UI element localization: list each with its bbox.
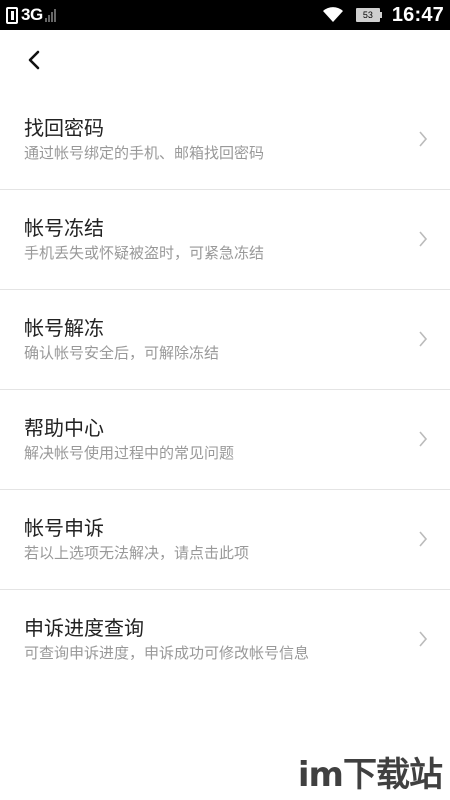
menu-item-desc: 确认帐号安全后，可解除冻结 [24, 344, 220, 362]
menu-item-desc: 手机丢失或怀疑被盗时，可紧急冻结 [24, 244, 265, 262]
menu-item-unfreeze-account[interactable]: 帐号解冻 确认帐号安全后，可解除冻结 [0, 290, 450, 390]
chevron-right-icon [419, 631, 428, 647]
menu-item-title: 申诉进度查询 [24, 616, 144, 640]
chevron-right-icon [419, 431, 428, 447]
battery-level: 53 [355, 8, 380, 22]
menu-item-title: 帐号申诉 [24, 516, 104, 540]
account-menu: 找回密码 通过帐号绑定的手机、邮箱找回密码 帐号冻结 手机丢失或怀疑被盗时，可紧… [0, 90, 450, 690]
back-button[interactable] [20, 46, 48, 74]
signal-strength-icon [44, 8, 57, 22]
menu-item-desc: 若以上选项无法解决，请点击此项 [24, 544, 250, 562]
chevron-left-icon [28, 50, 40, 70]
status-bar-right: 53 16:47 [322, 0, 444, 30]
menu-item-desc: 解决帐号使用过程中的常见问题 [24, 444, 235, 462]
chevron-right-icon [419, 331, 428, 347]
status-bar-left: 3G [6, 4, 57, 26]
battery-icon: 53 [355, 8, 382, 22]
menu-item-title: 找回密码 [24, 116, 104, 140]
menu-item-freeze-account[interactable]: 帐号冻结 手机丢失或怀疑被盗时，可紧急冻结 [0, 190, 450, 290]
menu-item-title: 帐号解冻 [24, 316, 104, 340]
menu-item-title: 帐号冻结 [24, 216, 104, 240]
wifi-icon [322, 7, 343, 22]
clock: 16:47 [391, 3, 444, 26]
site-watermark: im下载站 [297, 755, 443, 795]
menu-item-title: 帮助中心 [24, 416, 104, 440]
status-bar: 3G 53 16:47 [0, 0, 450, 30]
menu-item-desc: 通过帐号绑定的手机、邮箱找回密码 [24, 144, 265, 162]
menu-item-account-appeal[interactable]: 帐号申诉 若以上选项无法解决，请点击此项 [0, 490, 450, 590]
menu-item-desc: 可查询申诉进度，申诉成功可修改帐号信息 [24, 644, 310, 662]
network-type: 3G [21, 5, 43, 24]
sim-card-icon [6, 6, 18, 24]
chevron-right-icon [419, 531, 428, 547]
menu-item-help-center[interactable]: 帮助中心 解决帐号使用过程中的常见问题 [0, 390, 450, 490]
menu-item-recover-password[interactable]: 找回密码 通过帐号绑定的手机、邮箱找回密码 [0, 90, 450, 190]
chevron-right-icon [419, 231, 428, 247]
menu-item-appeal-progress[interactable]: 申诉进度查询 可查询申诉进度，申诉成功可修改帐号信息 [0, 590, 450, 690]
chevron-right-icon [419, 131, 428, 147]
